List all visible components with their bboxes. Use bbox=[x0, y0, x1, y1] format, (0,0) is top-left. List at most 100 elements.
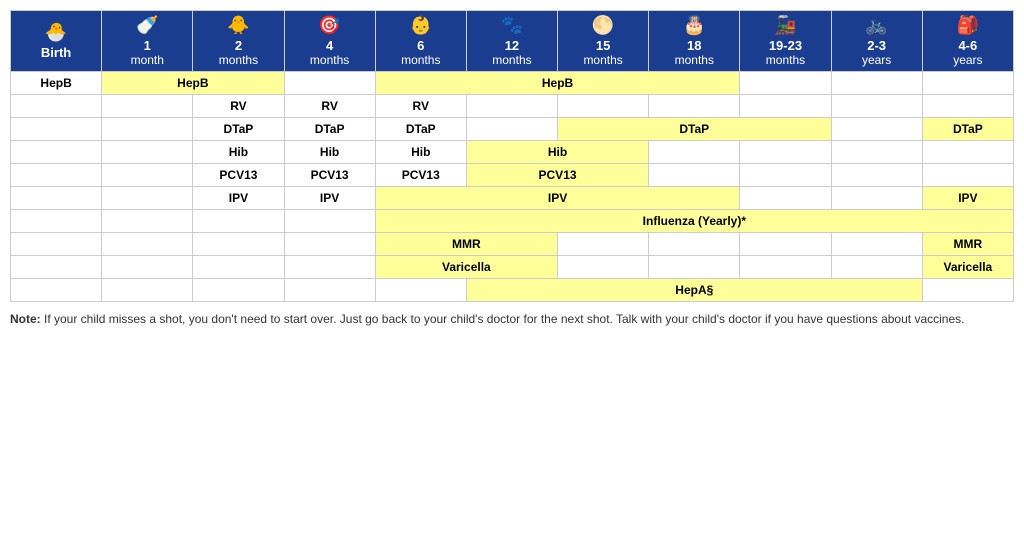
header-19-23months: 🚂 19-23 months bbox=[740, 11, 831, 72]
varicella-19-23 bbox=[740, 256, 831, 279]
dtap-15to23: DTaP bbox=[558, 118, 832, 141]
18months-icon: 🎂 bbox=[651, 15, 737, 36]
hepa-2 bbox=[193, 279, 284, 302]
rv-2-3 bbox=[831, 95, 922, 118]
rv-18 bbox=[649, 95, 740, 118]
mmr-15 bbox=[558, 233, 649, 256]
hib-birth bbox=[11, 141, 102, 164]
ipv-1 bbox=[102, 187, 193, 210]
varicella-row: Varicella Varicella bbox=[11, 256, 1014, 279]
varicella-18 bbox=[649, 256, 740, 279]
pcv13-birth bbox=[11, 164, 102, 187]
hib-row: Hib Hib Hib Hib bbox=[11, 141, 1014, 164]
2months-icon: 🐥 bbox=[195, 15, 281, 36]
dtap-4-6: DTaP bbox=[922, 118, 1013, 141]
hib-4: Hib bbox=[284, 141, 375, 164]
12months-icon: 🐾 bbox=[469, 15, 555, 36]
varicella-2 bbox=[193, 256, 284, 279]
pcv13-2-3 bbox=[831, 164, 922, 187]
ipv-4-6: IPV bbox=[922, 187, 1013, 210]
rv-birth bbox=[11, 95, 102, 118]
19-23months-icon: 🚂 bbox=[742, 15, 828, 36]
varicella-birth bbox=[11, 256, 102, 279]
influenza-1 bbox=[102, 210, 193, 233]
pcv13-18 bbox=[649, 164, 740, 187]
hepa-4-6 bbox=[922, 279, 1013, 302]
rv-6: RV bbox=[375, 95, 466, 118]
dtap-2: DTaP bbox=[193, 118, 284, 141]
mmr-2 bbox=[193, 233, 284, 256]
15months-icon: 🌕 bbox=[560, 15, 646, 36]
rv-4: RV bbox=[284, 95, 375, 118]
rv-4-6 bbox=[922, 95, 1013, 118]
dtap-2-3 bbox=[831, 118, 922, 141]
dtap-row: DTaP DTaP DTaP DTaP DTaP bbox=[11, 118, 1014, 141]
dtap-12 bbox=[466, 118, 557, 141]
hepa-row: HepA§ bbox=[11, 279, 1014, 302]
rv-1 bbox=[102, 95, 193, 118]
influenza-2 bbox=[193, 210, 284, 233]
mmr-4 bbox=[284, 233, 375, 256]
mmr-1 bbox=[102, 233, 193, 256]
varicella-6to12: Varicella bbox=[375, 256, 557, 279]
ipv-2-3 bbox=[831, 187, 922, 210]
varicella-4-6: Varicella bbox=[922, 256, 1013, 279]
ipv-2: IPV bbox=[193, 187, 284, 210]
varicella-15 bbox=[558, 256, 649, 279]
rv-19-23 bbox=[740, 95, 831, 118]
dtap-4: DTaP bbox=[284, 118, 375, 141]
4-6years-icon: 🎒 bbox=[925, 15, 1011, 36]
varicella-1 bbox=[102, 256, 193, 279]
pcv13-2: PCV13 bbox=[193, 164, 284, 187]
mmr-19-23 bbox=[740, 233, 831, 256]
hepb-row: HepB HepB HepB bbox=[11, 72, 1014, 95]
hib-19-23 bbox=[740, 141, 831, 164]
header-6months: 👶 6 months bbox=[375, 11, 466, 72]
pcv13-row: PCV13 PCV13 PCV13 PCV13 bbox=[11, 164, 1014, 187]
pcv13-4-6 bbox=[922, 164, 1013, 187]
pcv13-1 bbox=[102, 164, 193, 187]
ipv-row: IPV IPV IPV IPV bbox=[11, 187, 1014, 210]
hepa-6 bbox=[375, 279, 466, 302]
2-3years-icon: 🚲 bbox=[834, 15, 920, 36]
hepb-4 bbox=[284, 72, 375, 95]
6months-icon: 👶 bbox=[378, 15, 464, 36]
varicella-2-3 bbox=[831, 256, 922, 279]
mmr-2-3 bbox=[831, 233, 922, 256]
dtap-1 bbox=[102, 118, 193, 141]
rv-15 bbox=[558, 95, 649, 118]
header-birth: 🐣 Birth bbox=[11, 11, 102, 72]
hib-6: Hib bbox=[375, 141, 466, 164]
hib-2: Hib bbox=[193, 141, 284, 164]
header-4months: 🎯 4 months bbox=[284, 11, 375, 72]
ipv-19-23 bbox=[740, 187, 831, 210]
ipv-birth bbox=[11, 187, 102, 210]
header-2-3years: 🚲 2-3 years bbox=[831, 11, 922, 72]
1month-icon: 🍼 bbox=[104, 15, 190, 36]
pcv13-12to15: PCV13 bbox=[466, 164, 648, 187]
hepa-4 bbox=[284, 279, 375, 302]
header-2months: 🐥 2 months bbox=[193, 11, 284, 72]
hepb-19-23 bbox=[740, 72, 831, 95]
vaccine-schedule-table: 🐣 Birth 🍼 1 month 🐥 2 months 🎯 4 months bbox=[10, 10, 1014, 302]
influenza-6to4-6: Influenza (Yearly)* bbox=[375, 210, 1013, 233]
hepb-4-6 bbox=[922, 72, 1013, 95]
hepb-label: HepB bbox=[11, 72, 102, 95]
hib-2-3 bbox=[831, 141, 922, 164]
hepb-2-3 bbox=[831, 72, 922, 95]
hepb-1to2: HepB bbox=[102, 72, 284, 95]
rv-2: RV bbox=[193, 95, 284, 118]
note-text: If your child misses a shot, you don't n… bbox=[41, 312, 965, 326]
mmr-birth bbox=[11, 233, 102, 256]
header-18months: 🎂 18 months bbox=[649, 11, 740, 72]
mmr-4-6: MMR bbox=[922, 233, 1013, 256]
hib-4-6 bbox=[922, 141, 1013, 164]
hepb-6to18: HepB bbox=[375, 72, 740, 95]
note-bold: Note: bbox=[10, 312, 41, 326]
mmr-18 bbox=[649, 233, 740, 256]
rv-12 bbox=[466, 95, 557, 118]
dtap-6: DTaP bbox=[375, 118, 466, 141]
rv-row: RV RV RV bbox=[11, 95, 1014, 118]
header-12months: 🐾 12 months bbox=[466, 11, 557, 72]
ipv-4: IPV bbox=[284, 187, 375, 210]
